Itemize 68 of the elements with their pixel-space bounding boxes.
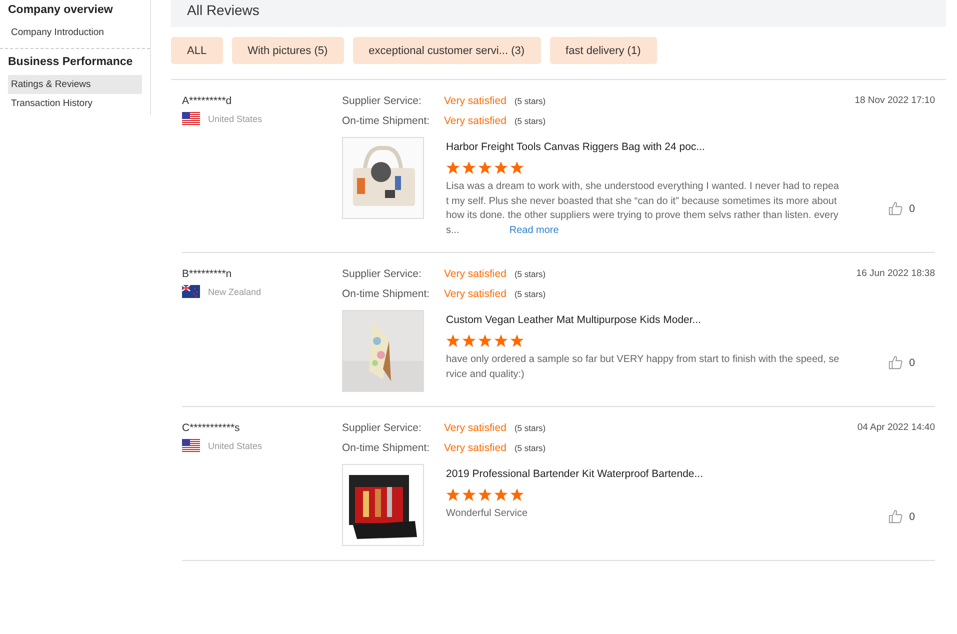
like-count: 0 [909, 510, 915, 522]
rating-value: Very satisfied [444, 442, 506, 454]
reviewer-name: C***********s [182, 422, 241, 434]
sidebar-item[interactable]: Company Introduction [8, 23, 142, 42]
review-text: Wonderful Service [446, 507, 529, 521]
star-icon [462, 161, 476, 175]
thumbs-up-icon[interactable] [888, 509, 904, 524]
sidebar-item[interactable]: Ratings & Reviews [8, 75, 142, 94]
product-title[interactable]: 2019 Professional Bartender Kit Waterproof Bartende... [446, 464, 846, 480]
review-text: Lisa was a dream to work with, she understood everything I wanted. I never had to repeat my self. Plus she never boasted that she “can do it” because sometimes its more about how its done. the other suppliers were trying to prove them selvs rather than listen. every s... Read more [446, 180, 840, 238]
rating-value: Very satisfied [444, 422, 506, 434]
review-date: 16 Jun 2022 18:38 [856, 268, 935, 279]
rating-value: Very satisfied [444, 95, 506, 107]
rating-stars-text: (5 stars) [514, 289, 546, 299]
product-title[interactable]: Harbor Freight Tools Canvas Riggers Bag with 24 poc... [446, 137, 846, 153]
star-icon [510, 334, 524, 348]
sidebar-heading: Company overview [8, 3, 114, 18]
filter-tag[interactable]: exceptional customer servi... (3) [352, 37, 541, 64]
sidebar-heading: Business Performance [8, 55, 134, 70]
star-icon [478, 161, 492, 175]
rating-value: Very satisfied [444, 115, 506, 127]
filter-tag[interactable]: ALL [171, 37, 223, 64]
review-text: have only ordered a sample so far but VERY happy from start to finish with the speed, service and quality:) [446, 353, 840, 382]
star-icon [494, 488, 508, 502]
rating-stars-text: (5 stars) [514, 116, 546, 126]
flag-icon [182, 112, 200, 125]
rating-label: Supplier Service: [342, 268, 422, 280]
rating-value: Very satisfied [444, 268, 506, 280]
star-icon [462, 334, 476, 348]
star-icon [510, 161, 524, 175]
section-title: All Reviews [187, 1, 260, 18]
thumbs-up-icon[interactable] [888, 201, 904, 216]
star-icon [494, 161, 508, 175]
rating-label: Supplier Service: [342, 422, 422, 434]
sidebar-item[interactable]: Transaction History [8, 94, 142, 113]
like-count: 0 [909, 202, 915, 214]
rating-value: Very satisfied [444, 288, 506, 300]
filter-tag[interactable]: With pictures (5) [232, 37, 344, 64]
country-name: New Zealand [208, 286, 262, 296]
rating-label: On-time Shipment: [342, 288, 431, 300]
star-icon [462, 488, 476, 502]
rating-stars-text: (5 stars) [514, 96, 546, 106]
rating-label: Supplier Service: [342, 95, 422, 107]
review-date: 18 Nov 2022 17:10 [854, 95, 935, 106]
flag-icon [182, 439, 200, 452]
filter-tag[interactable]: fast delivery (1) [550, 37, 657, 64]
star-icon [478, 488, 492, 502]
rating-label: On-time Shipment: [342, 442, 431, 454]
star-icon [494, 334, 508, 348]
star-icon [446, 161, 460, 175]
star-icon [478, 334, 492, 348]
read-more-link[interactable]: Read more [509, 224, 559, 236]
star-icon [446, 488, 460, 502]
flag-icon [182, 285, 200, 298]
rating-stars-text: (5 stars) [514, 423, 546, 433]
star-icon [510, 488, 524, 502]
reviewer-name: A*********d [182, 95, 233, 107]
rating-stars-text: (5 stars) [514, 269, 546, 279]
reviewer-name: B*********n [182, 268, 233, 280]
product-title[interactable]: Custom Vegan Leather Mat Multipurpose Kids Moder... [446, 310, 846, 326]
like-count: 0 [909, 356, 915, 368]
rating-stars-text: (5 stars) [514, 443, 546, 453]
review-date: 04 Apr 2022 14:40 [857, 422, 935, 433]
rating-label: On-time Shipment: [342, 115, 431, 127]
country-name: United States [208, 440, 262, 450]
thumbs-up-icon[interactable] [888, 355, 904, 370]
country-name: United States [208, 114, 262, 124]
star-icon [446, 334, 460, 348]
